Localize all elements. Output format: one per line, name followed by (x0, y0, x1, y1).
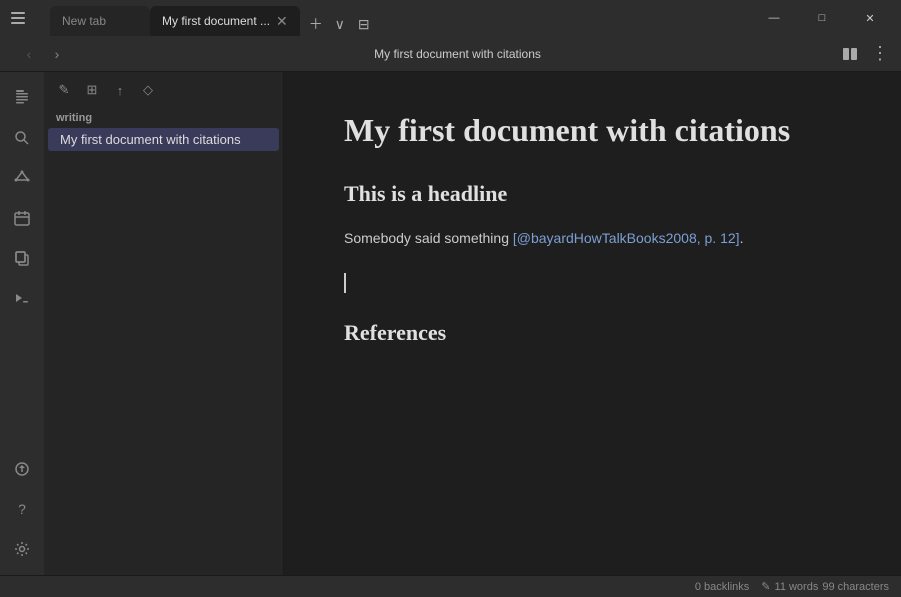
nav-buttons: ‹ › (8, 41, 78, 67)
close-button[interactable]: ✕ (847, 2, 893, 34)
word-count: 11 words (775, 581, 819, 593)
activity-search-button[interactable] (4, 120, 40, 156)
tabs-list-button[interactable]: ∨ (328, 12, 352, 36)
tab-doc[interactable]: My first document ... ✕ (150, 6, 300, 36)
toolbar-actions: ⋮ (837, 41, 893, 67)
edit-status: ✎ 11 words 99 characters (761, 580, 889, 593)
activity-bar: ? (0, 72, 44, 575)
statusbar: 0 backlinks ✎ 11 words 99 characters (0, 575, 901, 597)
activity-publish-button[interactable] (4, 451, 40, 487)
document-title: My first document with citations (344, 112, 841, 149)
tab-new-tab-label: New tab (62, 14, 106, 28)
cursor (344, 265, 841, 312)
pencil-icon: ✎ (761, 580, 770, 593)
sidebar-new-folder-button[interactable]: ⊞ (80, 78, 104, 102)
document-headline: This is a headline (344, 181, 841, 207)
sidebar-new-note-button[interactable]: ✎ (52, 78, 76, 102)
toolbar-document-title: My first document with citations (374, 47, 541, 61)
activity-settings-button[interactable] (4, 531, 40, 567)
tabs-area: New tab My first document ... ✕ ＋ ∨ ⊟ (50, 0, 743, 36)
tab-new-tab[interactable]: New tab (50, 6, 150, 36)
sidebar-collapse-button[interactable]: ◇ (136, 78, 160, 102)
citation-link[interactable]: [@bayardHowTalkBooks2008, p. 12] (513, 230, 740, 246)
new-tab-button[interactable]: ＋ (304, 12, 328, 36)
more-options-button[interactable]: ⋮ (867, 41, 893, 67)
main-area: ? ✎ ⊞ ↑ ◇ writing My first document with… (0, 72, 901, 575)
references-heading: References (344, 320, 841, 346)
sidebar-item-doc1-label: My first document with citations (60, 132, 241, 147)
forward-button[interactable]: › (44, 41, 70, 67)
backlinks-status: 0 backlinks (695, 581, 749, 593)
activity-calendar-button[interactable] (4, 200, 40, 236)
titlebar-window-controls: — □ ✕ (743, 2, 901, 34)
sidebar-sort-button[interactable]: ↑ (108, 78, 132, 102)
sidebar: ✎ ⊞ ↑ ◇ writing My first document with c… (44, 72, 284, 575)
reader-view-button[interactable] (837, 41, 863, 67)
maximize-button[interactable]: □ (799, 2, 845, 34)
document-content[interactable]: My first document with citations This is… (284, 72, 901, 575)
body-text-suffix: . (740, 230, 744, 246)
sidebar-toolbar: ✎ ⊞ ↑ ◇ (44, 72, 283, 108)
backlinks-count: 0 backlinks (695, 581, 749, 593)
titlebar-left (0, 8, 50, 28)
tab-doc-label: My first document ... (162, 14, 270, 28)
body-text-prefix: Somebody said something (344, 230, 513, 246)
split-editor-button[interactable]: ⊟ (352, 12, 376, 36)
navigation-toolbar: ‹ › My first document with citations ⋮ (0, 36, 901, 72)
back-button[interactable]: ‹ (16, 41, 42, 67)
titlebar: New tab My first document ... ✕ ＋ ∨ ⊟ — … (0, 0, 901, 36)
minimize-button[interactable]: — (751, 2, 797, 34)
sidebar-item-doc1[interactable]: My first document with citations (48, 128, 279, 151)
activity-help-button[interactable]: ? (4, 491, 40, 527)
document-body-text: Somebody said something [@bayardHowTalkB… (344, 227, 841, 249)
tab-close-icon[interactable]: ✕ (276, 13, 288, 30)
activity-terminal-button[interactable] (4, 280, 40, 316)
activity-graph-button[interactable] (4, 160, 40, 196)
char-count: 99 characters (822, 581, 889, 593)
activity-copy-button[interactable] (4, 240, 40, 276)
sidebar-section-label: writing (44, 108, 283, 128)
activity-files-button[interactable] (4, 80, 40, 116)
sidebar-toggle-icon[interactable] (8, 8, 28, 28)
